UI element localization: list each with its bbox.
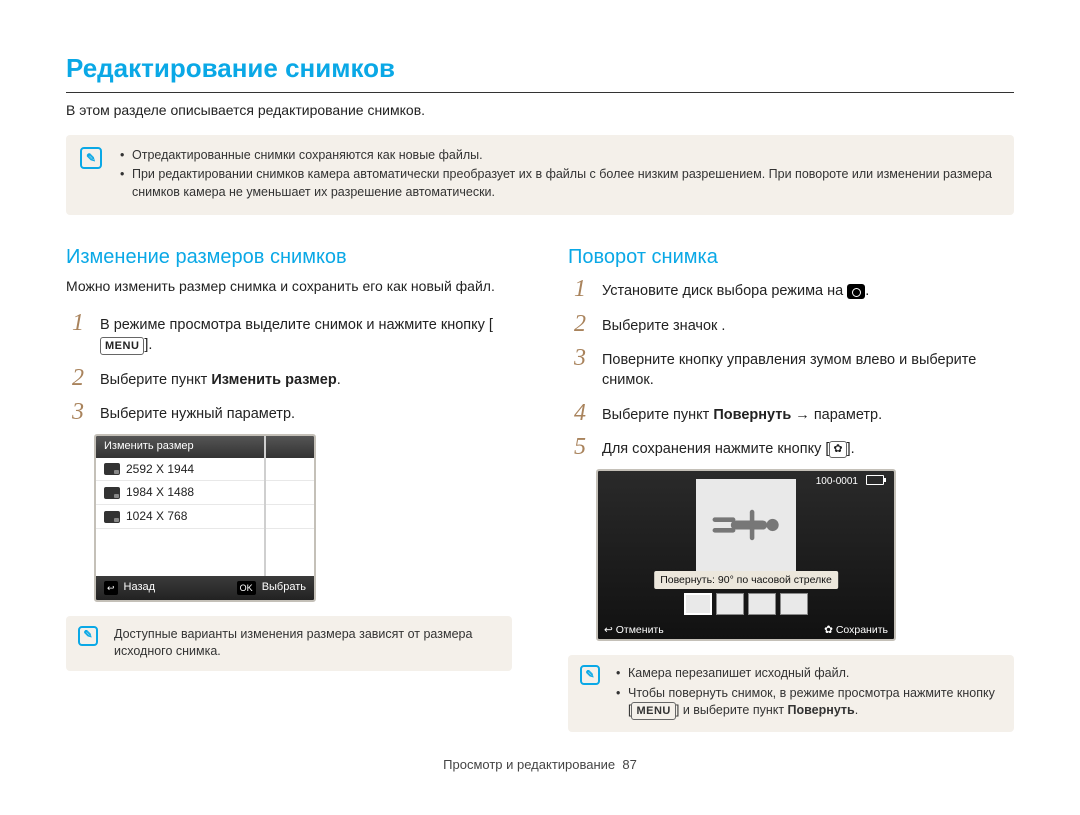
size-icon bbox=[104, 463, 120, 475]
ok-label: Выбрать bbox=[262, 580, 306, 595]
lcd-size-option[interactable]: 1984 X 1488 bbox=[96, 481, 314, 505]
top-note-1: Отредактированные снимки сохраняются как… bbox=[120, 147, 998, 165]
step-number: 1 bbox=[66, 311, 90, 335]
step-text: Выберите пункт bbox=[602, 407, 713, 423]
step-text: Выберите нужный параметр. bbox=[100, 400, 295, 424]
rotate-thumb[interactable] bbox=[748, 593, 776, 615]
col-rotate: Поворот снимка 1 Установите диск выбора … bbox=[568, 243, 1014, 732]
lcd-size-option[interactable]: 1024 X 768 bbox=[96, 505, 314, 529]
save-icon: ✿ bbox=[824, 623, 833, 638]
size-icon bbox=[104, 487, 120, 499]
rotate-step-4: 4 Выберите пункт Повернуть → параметр. bbox=[568, 401, 1014, 425]
note-line: Камера перезапишет исходный файл. bbox=[616, 665, 1000, 683]
rotate-thumb[interactable] bbox=[780, 593, 808, 615]
note-icon: ✎ bbox=[78, 626, 98, 646]
step-number: 1 bbox=[568, 277, 592, 301]
page-intro: В этом разделе описывается редактировани… bbox=[66, 101, 1014, 121]
battery-icon bbox=[866, 475, 884, 485]
resize-foot-note: ✎ Доступные варианты изменения размера з… bbox=[66, 616, 512, 671]
macro-button-icon: ✿ bbox=[829, 441, 846, 458]
step-number: 3 bbox=[568, 346, 592, 370]
step-text: Выберите пункт bbox=[100, 372, 211, 388]
step-number: 2 bbox=[568, 312, 592, 336]
lcd-resize-header: Изменить размер bbox=[96, 436, 314, 457]
figure-icon bbox=[708, 495, 784, 555]
resize-lead: Можно изменить размер снимка и сохранить… bbox=[66, 277, 512, 297]
step-number: 4 bbox=[568, 401, 592, 425]
title-rule bbox=[66, 92, 1014, 93]
rotate-caption: Повернуть: 90° по часовой стрелке bbox=[654, 571, 838, 590]
step-text: . bbox=[337, 372, 341, 388]
lcd-rotate: 100-0001 Повернуть: 90° по часовой стрел… bbox=[596, 469, 896, 641]
step-bold: Повернуть bbox=[713, 407, 791, 423]
step-text: Поверните кнопку управления зумом влево … bbox=[602, 346, 1014, 391]
rotate-thumb[interactable] bbox=[716, 593, 744, 615]
rotate-title: Поворот снимка bbox=[568, 243, 1014, 271]
top-note-2: При редактировании снимков камера автома… bbox=[120, 166, 998, 201]
step-text: ]. bbox=[847, 441, 855, 457]
rotate-foot-note: ✎ Камера перезапишет исходный файл. Чтоб… bbox=[568, 655, 1014, 732]
rotate-preview bbox=[696, 479, 796, 571]
resize-step-3: 3 Выберите нужный параметр. bbox=[66, 400, 512, 424]
top-note-box: ✎ Отредактированные снимки сохраняются к… bbox=[66, 135, 1014, 216]
step-number: 2 bbox=[66, 366, 90, 390]
menu-button-icon: MENU bbox=[100, 337, 144, 355]
page-footer: Просмотр и редактирование 87 bbox=[66, 732, 1014, 774]
lcd-resize: Изменить размер 2592 X 1944 1984 X 1488 … bbox=[94, 434, 316, 601]
cancel-icon: ↩ bbox=[604, 623, 613, 638]
rotate-thumbs bbox=[684, 593, 808, 615]
page-title: Редактирование снимков bbox=[66, 50, 1014, 86]
rotate-thumb[interactable] bbox=[684, 593, 712, 615]
rotate-step-2: 2 Выберите значок . bbox=[568, 312, 1014, 336]
step-text: Установите диск выбора режима на bbox=[602, 283, 847, 299]
col-resize: Изменение размеров снимков Можно изменит… bbox=[66, 243, 512, 732]
lcd-size-option[interactable]: 2592 X 1944 bbox=[96, 458, 314, 482]
resize-step-1: 1 В режиме просмотра выделите снимок и н… bbox=[66, 311, 512, 356]
back-icon: ↩ bbox=[104, 581, 118, 595]
resize-title: Изменение размеров снимков bbox=[66, 243, 512, 271]
cancel-label: Отменить bbox=[616, 623, 664, 638]
step-text: В режиме просмотра выделите снимок и наж… bbox=[100, 317, 493, 333]
ok-icon: OK bbox=[237, 581, 256, 595]
step-text: Выберите значок . bbox=[602, 312, 725, 336]
step-text: Для сохранения нажмите кнопку [ bbox=[602, 441, 829, 457]
step-text: ]. bbox=[144, 337, 152, 353]
step-bold: Изменить размер bbox=[211, 372, 336, 388]
note-text: Доступные варианты изменения размера зав… bbox=[114, 627, 472, 659]
note-icon: ✎ bbox=[80, 147, 102, 169]
camera-mode-icon bbox=[847, 284, 865, 299]
resize-step-2: 2 Выберите пункт Изменить размер. bbox=[66, 366, 512, 390]
rotate-step-3: 3 Поверните кнопку управления зумом влев… bbox=[568, 346, 1014, 391]
size-icon bbox=[104, 511, 120, 523]
back-label: Назад bbox=[124, 580, 156, 595]
lcd-resize-footer: ↩ Назад OK Выбрать bbox=[96, 576, 314, 599]
note-icon: ✎ bbox=[580, 665, 600, 685]
note-line: Чтобы повернуть снимок, в режиме просмот… bbox=[616, 685, 1000, 721]
rotate-step-1: 1 Установите диск выбора режима на . bbox=[568, 277, 1014, 301]
step-text: → параметр. bbox=[791, 407, 882, 423]
rotate-step-5: 5 Для сохранения нажмите кнопку [✿]. bbox=[568, 435, 1014, 459]
step-text: . bbox=[865, 283, 869, 299]
file-id: 100-0001 bbox=[816, 475, 858, 489]
step-number: 3 bbox=[66, 400, 90, 424]
step-number: 5 bbox=[568, 435, 592, 459]
menu-button-icon: MENU bbox=[631, 702, 675, 720]
save-label: Сохранить bbox=[836, 623, 888, 638]
